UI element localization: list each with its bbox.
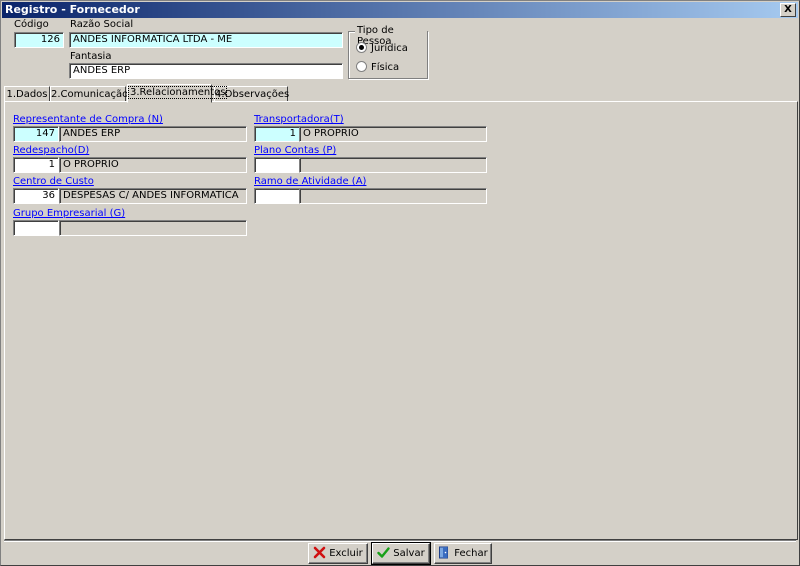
representante-desc-field: ANDES ERP [59, 126, 247, 142]
representante-link[interactable]: Representante de Compra (N) [13, 114, 163, 125]
excluir-button[interactable]: Excluir [308, 543, 368, 564]
centro-custo-desc-field: DESPESAS C/ ANDES INFORMATICA [59, 188, 247, 204]
salvar-button[interactable]: Salvar [371, 542, 431, 565]
fantasia-label: Fantasia [70, 51, 112, 62]
radio-juridica-label: Jurídica [371, 43, 408, 54]
redespacho-link[interactable]: Redespacho(D) [13, 145, 89, 156]
ramo-atividade-link[interactable]: Ramo de Atividade (A) [254, 176, 366, 187]
plano-contas-link[interactable]: Plano Contas (P) [254, 145, 336, 156]
x-red-icon [313, 546, 326, 559]
fantasia-field[interactable]: ANDES ERP [69, 63, 343, 79]
codigo-label: Código [14, 19, 49, 30]
redespacho-code-field[interactable]: 1 [13, 157, 59, 173]
grupo-empresarial-desc-field [59, 220, 247, 236]
plano-contas-code-field[interactable] [254, 157, 300, 173]
razao-social-label: Razão Social [70, 19, 134, 30]
check-green-icon [377, 547, 390, 558]
tipo-pessoa-group: Tipo de Pessoa Jurídica Física [348, 25, 428, 79]
radio-checked-icon [356, 42, 367, 53]
redespacho-desc-field: O PROPRIO [59, 157, 247, 173]
window-title: Registro - Fornecedor [5, 3, 140, 16]
radio-fisica-label: Física [371, 62, 400, 73]
centro-custo-link[interactable]: Centro de Custo [13, 176, 94, 187]
tab-relacionamentos[interactable]: 3.Relacionamentos [127, 84, 228, 103]
bottom-separator [4, 540, 796, 542]
door-exit-icon [439, 546, 449, 559]
codigo-field[interactable]: 126 [14, 32, 64, 48]
fornecedor-window: Registro - Fornecedor X Código 126 Razão… [0, 0, 800, 566]
grupo-empresarial-code-field[interactable] [13, 220, 59, 236]
razao-social-field[interactable]: ANDES INFORMATICA LTDA - ME [69, 32, 343, 48]
transportadora-link[interactable]: Transportadora(T) [254, 114, 344, 125]
ramo-atividade-code-field[interactable] [254, 188, 300, 204]
radio-fisica[interactable]: Física [356, 61, 399, 73]
transportadora-code-field[interactable]: 1 [254, 126, 300, 142]
representante-code-field[interactable]: 147 [13, 126, 59, 142]
centro-custo-code-field[interactable]: 36 [13, 188, 59, 204]
grupo-empresarial-link[interactable]: Grupo Empresarial (G) [13, 208, 125, 219]
title-bar: Registro - Fornecedor X [2, 2, 798, 18]
ramo-atividade-desc-field [299, 188, 487, 204]
plano-contas-desc-field [299, 157, 487, 173]
close-button[interactable]: X [780, 3, 796, 17]
radio-unchecked-icon [356, 61, 367, 72]
radio-juridica[interactable]: Jurídica [356, 42, 408, 54]
close-icon: X [784, 4, 792, 15]
fechar-button[interactable]: Fechar [434, 543, 492, 564]
transportadora-desc-field: O PROPRIO [299, 126, 487, 142]
